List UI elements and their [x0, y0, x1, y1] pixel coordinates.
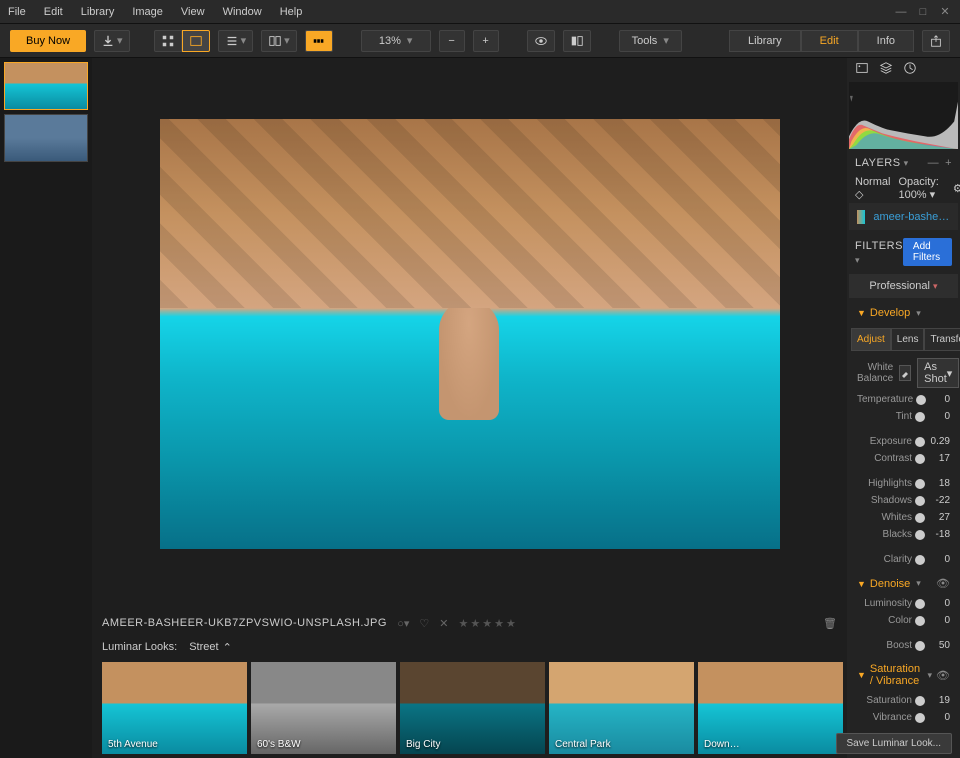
layer-item[interactable]: ameer-basheer-UKB7zPVswIo-uns… [849, 203, 958, 231]
menu-file[interactable]: File [8, 6, 26, 18]
before-after-button[interactable] [563, 30, 591, 52]
looks-strip: 5th Avenue 60's B&W Big City Central Par… [92, 658, 847, 758]
histogram-layers-icon[interactable] [879, 61, 893, 78]
delete-icon[interactable]: 🗑 [823, 617, 837, 630]
tab-edit[interactable]: Edit [801, 30, 858, 52]
histogram-header [847, 58, 960, 82]
look-big-city[interactable]: Big City [400, 662, 545, 754]
zoom-in-button[interactable]: + [473, 30, 499, 52]
saturation-section-header[interactable]: ▼Saturation / Vibrance▾ 👁 [847, 658, 960, 692]
center-panel: AMEER-BASHEER-UKB7ZPVSWIO-UNSPLASH.JPG ○… [92, 58, 847, 758]
menu-view[interactable]: View [181, 6, 205, 18]
tab-transform[interactable]: Transform [924, 328, 960, 351]
menu-edit[interactable]: Edit [44, 6, 63, 18]
denoise-visibility-icon[interactable]: 👁 [936, 577, 950, 590]
zoom-out-button[interactable]: − [439, 30, 465, 52]
layer-name: ameer-basheer-UKB7zPVswIo-uns… [873, 211, 950, 223]
histogram-image-icon[interactable] [855, 61, 869, 78]
menu-window[interactable]: Window [223, 6, 262, 18]
develop-section-header[interactable]: ▼Develop▾ [847, 302, 960, 324]
thumbnail-1[interactable] [4, 62, 88, 110]
maximize-icon[interactable]: □ [916, 6, 930, 18]
thumbnail-2[interactable] [4, 114, 88, 162]
filters-header: FILTERS ▾ Add Filters [847, 232, 960, 272]
add-layer-icon[interactable]: + [945, 157, 952, 169]
menu-bar: File Edit Library Image View Window Help… [0, 0, 960, 24]
menu-image[interactable]: Image [132, 6, 163, 18]
canvas[interactable] [92, 58, 847, 610]
reject-icon[interactable]: ✕ [439, 617, 448, 630]
look-central-park[interactable]: Central Park [549, 662, 694, 754]
looks-category-dropdown[interactable]: Street⌃ [189, 641, 232, 654]
filename-label: AMEER-BASHEER-UKB7ZPVSWIO-UNSPLASH.JPG [102, 617, 387, 629]
favorite-icon[interactable]: ♡ [419, 617, 429, 630]
close-icon[interactable]: ✕ [938, 5, 952, 18]
minimize-icon[interactable]: — [894, 6, 908, 18]
wb-dropdown[interactable]: As Shot▾ [917, 358, 959, 388]
toolbar: Buy Now ▾ ▾ ▾ 13%▾ − + Tools▾ Library Ed… [0, 24, 960, 58]
tab-info[interactable]: Info [858, 30, 914, 52]
share-button[interactable] [922, 30, 950, 52]
white-balance-row: White Balance As Shot▾ [847, 355, 960, 391]
wb-picker-icon[interactable] [899, 365, 911, 381]
layer-gear-icon[interactable]: ⚙▾ [953, 182, 960, 195]
rating-stars[interactable]: ★★★★★ [459, 617, 518, 630]
tools-dropdown[interactable]: Tools▾ [619, 30, 682, 52]
layers-header[interactable]: LAYERS ▾ — + [847, 149, 960, 177]
compare-view-button[interactable]: ▾ [261, 30, 297, 52]
saturation-visibility-icon[interactable]: 👁 [936, 669, 950, 682]
info-bar: AMEER-BASHEER-UKB7ZPVSWIO-UNSPLASH.JPG ○… [92, 610, 847, 636]
blend-mode-dropdown[interactable]: Normal ◇ [855, 176, 890, 201]
tab-lens[interactable]: Lens [891, 328, 925, 351]
menu-library[interactable]: Library [81, 6, 115, 18]
tab-adjust[interactable]: Adjust [851, 328, 891, 351]
menu-help[interactable]: Help [280, 6, 303, 18]
save-look-button[interactable]: Save Luminar Look... [836, 733, 953, 754]
looks-bar: Luminar Looks: Street⌃ [92, 636, 847, 658]
opacity-control[interactable]: Opacity: 100% ▾ [898, 176, 938, 201]
preview-button[interactable] [527, 30, 555, 52]
layer-controls: Normal ◇ Opacity: 100% ▾ ⚙▾ [847, 177, 960, 201]
right-panel: LAYERS ▾ — + Normal ◇ Opacity: 100% ▾ ⚙▾… [847, 58, 960, 758]
export-button[interactable]: ▾ [94, 30, 130, 52]
look-5th-avenue[interactable]: 5th Avenue [102, 662, 247, 754]
list-view-button[interactable]: ▾ [218, 30, 254, 52]
buy-now-button[interactable]: Buy Now [10, 30, 86, 52]
look-downtown[interactable]: Down… [698, 662, 843, 754]
layers-collapse-icon[interactable]: — [928, 157, 940, 169]
add-filters-button[interactable]: Add Filters [903, 238, 952, 266]
filmstrip [0, 58, 92, 758]
grid-view-button[interactable] [154, 30, 182, 52]
denoise-section-header[interactable]: ▼Denoise▾ 👁 [847, 572, 960, 595]
workspace-dropdown[interactable]: Professional ▾ [849, 274, 958, 298]
zoom-display[interactable]: 13%▾ [361, 30, 431, 52]
histogram [849, 82, 958, 149]
look-60s-bw[interactable]: 60's B&W [251, 662, 396, 754]
color-tag-icon[interactable]: ○▾ [397, 617, 409, 630]
tab-library[interactable]: Library [729, 30, 801, 52]
looks-label: Luminar Looks: [102, 641, 177, 653]
single-view-button[interactable] [182, 30, 210, 52]
photo-preview [160, 119, 780, 549]
filmstrip-toggle-button[interactable] [305, 30, 333, 52]
layer-thumbnail [857, 210, 865, 224]
histogram-clock-icon[interactable] [903, 61, 917, 78]
